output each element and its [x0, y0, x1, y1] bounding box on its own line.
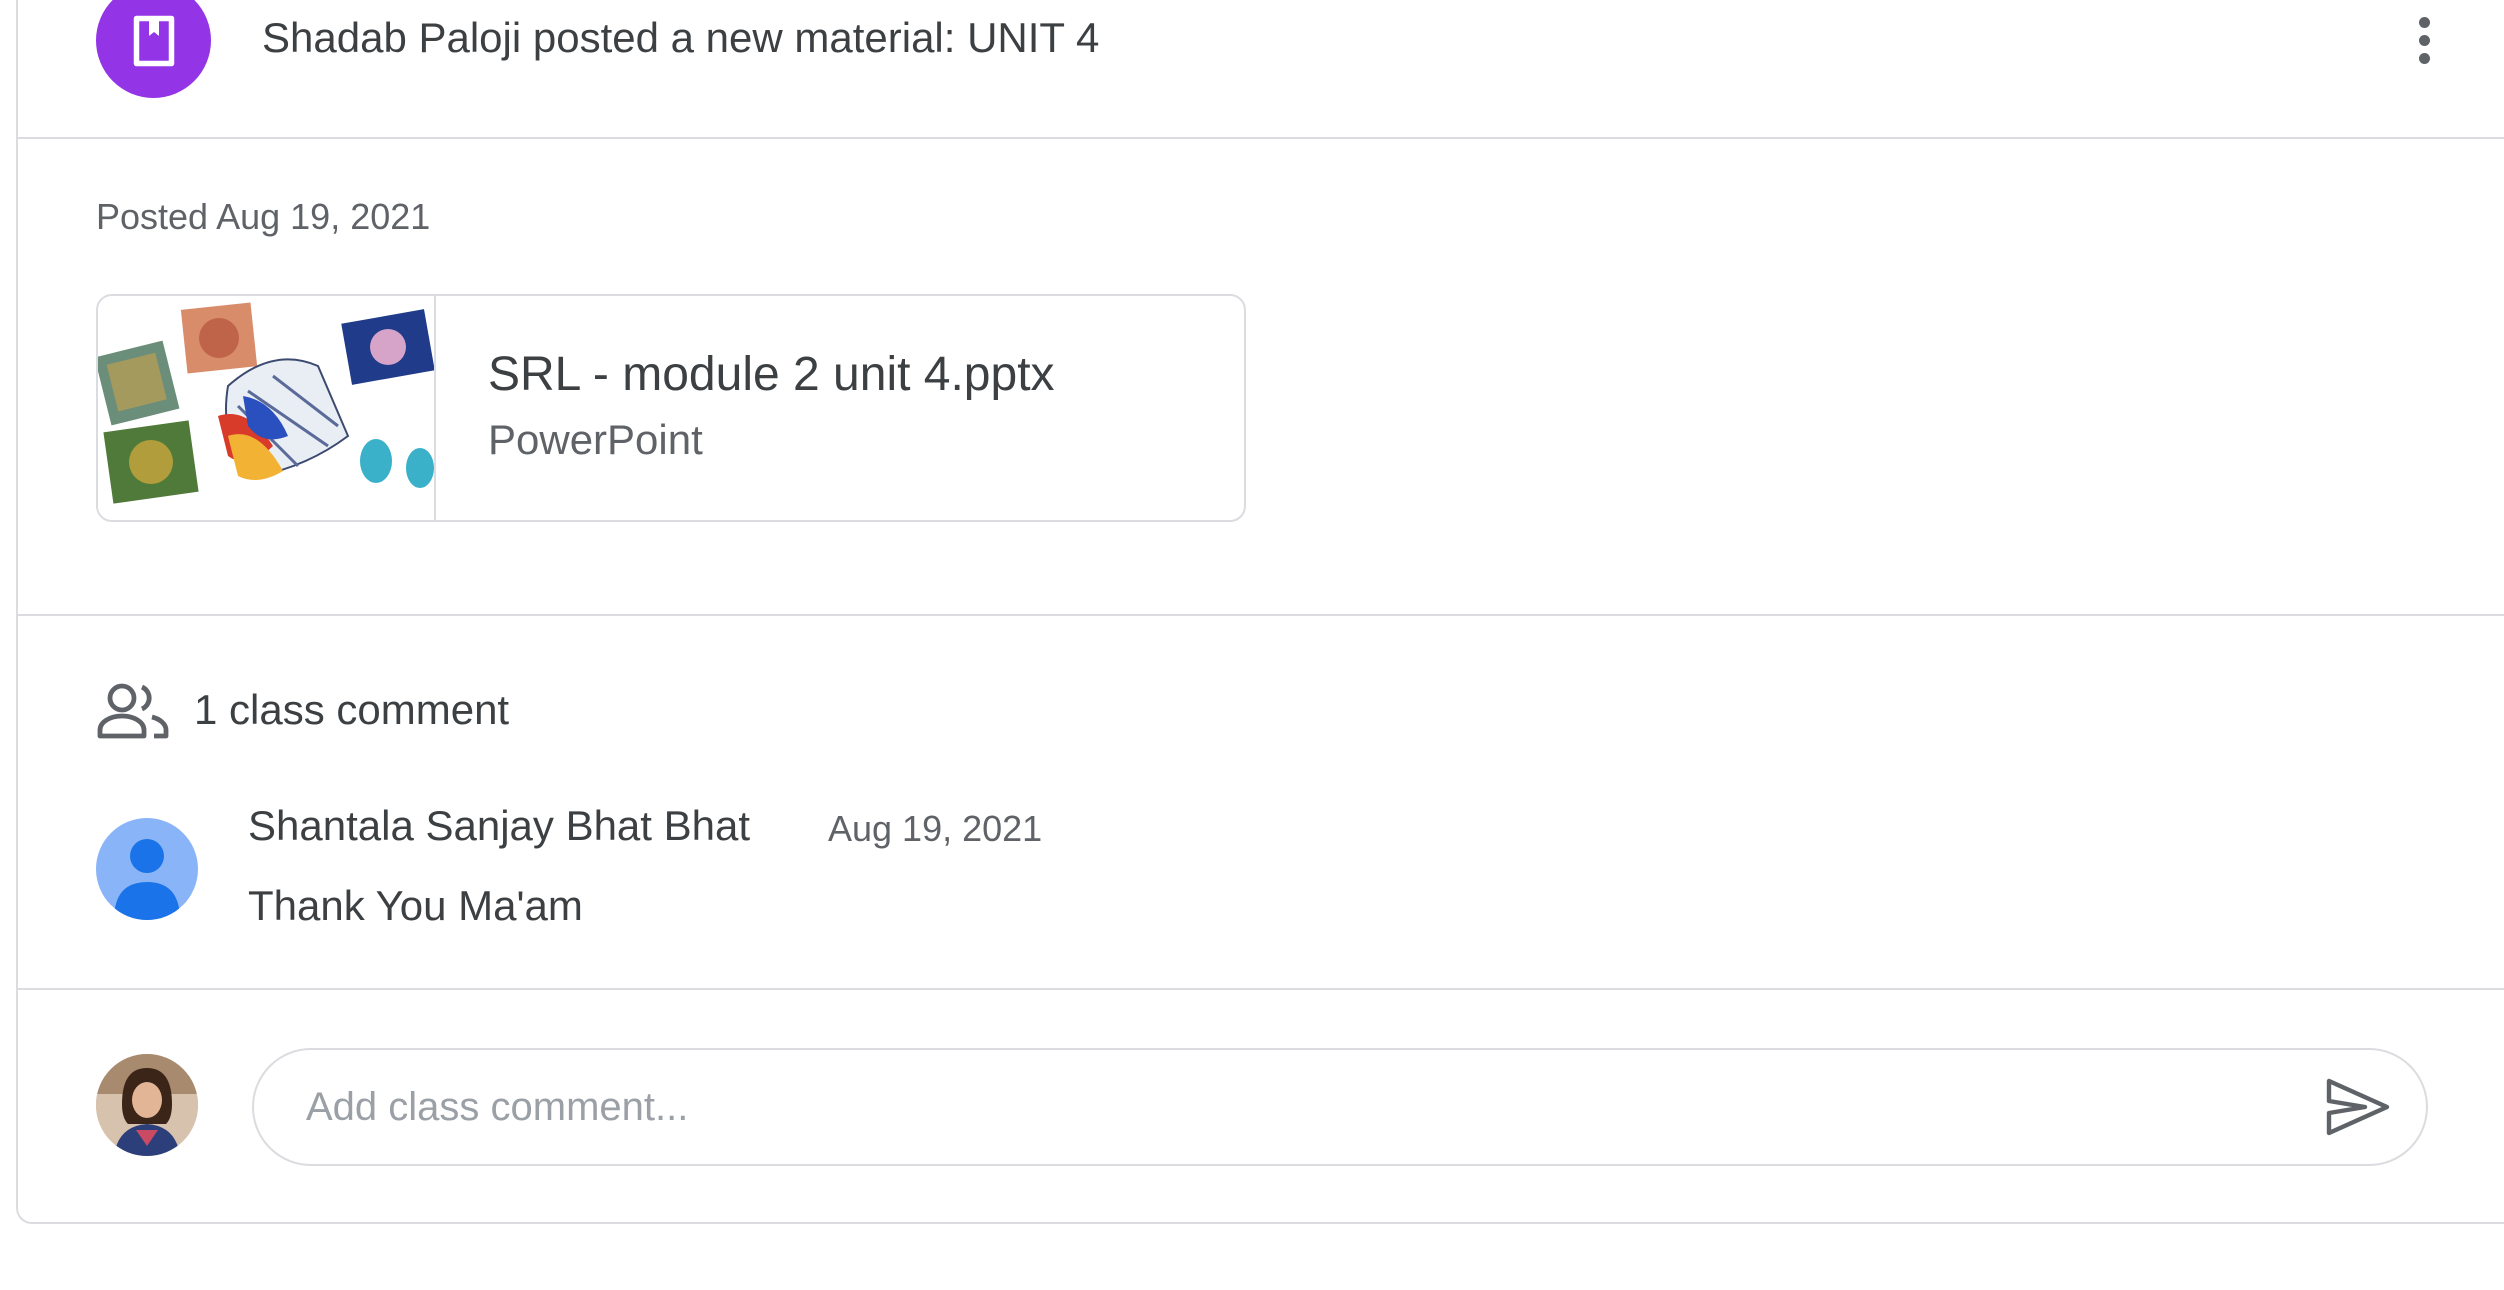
- send-icon: [2326, 1078, 2390, 1136]
- add-comment-field[interactable]: [252, 1048, 2428, 1166]
- attachment-type: PowerPoint: [488, 415, 703, 463]
- posted-date: Posted Aug 19, 2021: [96, 196, 431, 237]
- comment-count[interactable]: 1 class comment: [194, 686, 509, 734]
- comments-divider: [16, 988, 2504, 990]
- more-options-icon[interactable]: [2404, 10, 2444, 70]
- attachment-divider: [16, 614, 2504, 616]
- attachment-title[interactable]: SRL - module 2 unit 4.pptx: [488, 347, 1055, 402]
- user-photo-icon: [96, 1054, 198, 1156]
- header-divider: [16, 137, 2504, 139]
- comment-author: Shantala Sanjay Bhat Bhat: [248, 802, 751, 849]
- send-button[interactable]: [2318, 1067, 2398, 1147]
- comment-input[interactable]: [304, 1083, 2318, 1131]
- attachment-thumbnail: [98, 296, 436, 520]
- default-user-icon: [114, 839, 180, 920]
- slide-thumbnail-image: [98, 302, 434, 504]
- current-user-avatar: [96, 1054, 198, 1156]
- avatar: [96, 818, 198, 920]
- class-comments-header[interactable]: 1 class comment: [96, 680, 509, 740]
- bookmark-book-icon: [133, 15, 174, 66]
- comment-text: Thank You Ma'am: [248, 882, 583, 929]
- post-title: Shadab Paloji posted a new material: UNI…: [262, 14, 1100, 61]
- attachment-card[interactable]: SRL - module 2 unit 4.pptx PowerPoint: [96, 294, 1246, 522]
- post-card: [16, 0, 2504, 1224]
- people-icon: [97, 683, 169, 739]
- comment-date: Aug 19, 2021: [828, 808, 1043, 849]
